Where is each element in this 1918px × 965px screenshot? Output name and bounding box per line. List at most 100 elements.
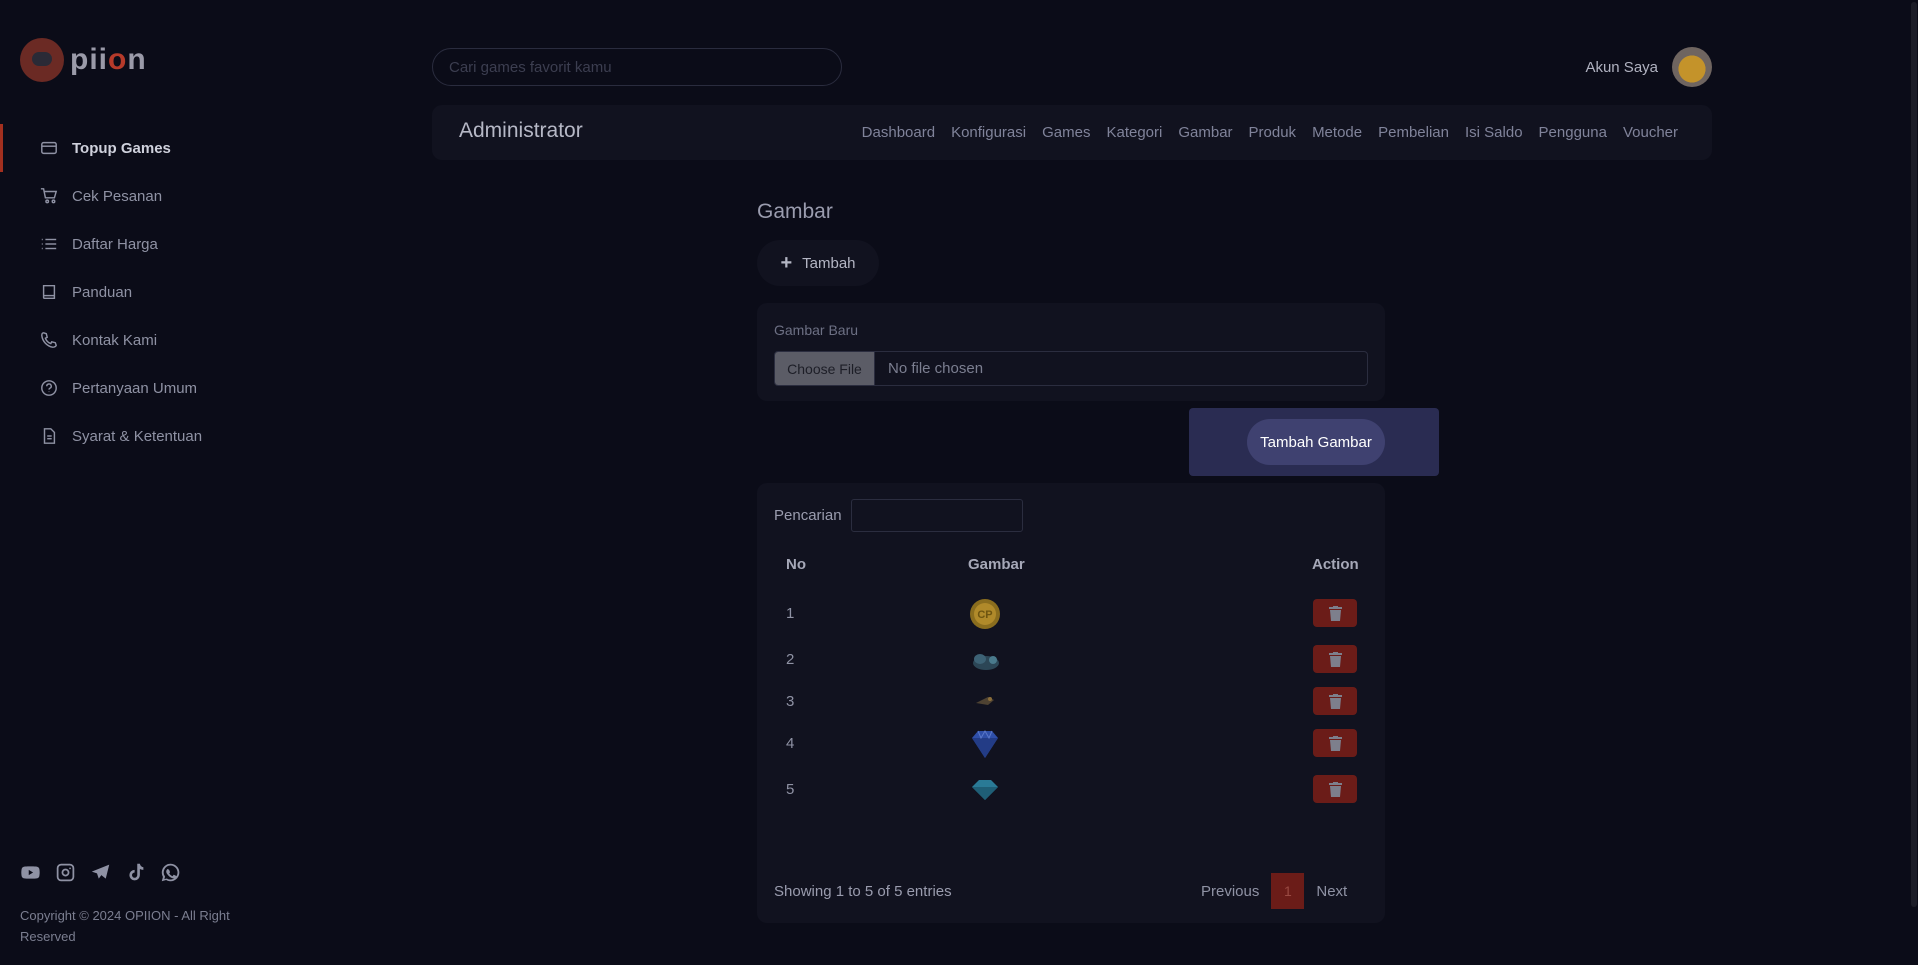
sidebar-item-label: Syarat & Ketentuan bbox=[72, 427, 203, 445]
page-title: Gambar bbox=[757, 200, 833, 223]
table-row: 4 bbox=[757, 721, 1385, 765]
account-menu[interactable]: Akun Saya bbox=[1585, 47, 1712, 87]
trash-icon bbox=[1328, 735, 1342, 751]
add-image-button[interactable]: Tambah Gambar bbox=[1247, 419, 1385, 465]
row-number: 2 bbox=[786, 651, 795, 668]
instagram-icon[interactable] bbox=[55, 862, 76, 883]
logo[interactable]: piion bbox=[20, 38, 147, 82]
next-page-button[interactable]: Next bbox=[1304, 883, 1359, 900]
sidebar-item-label: Cek Pesanan bbox=[72, 187, 163, 205]
trash-icon bbox=[1328, 693, 1342, 709]
sidebar-item-panduan[interactable]: Panduan bbox=[0, 268, 250, 316]
delete-button[interactable] bbox=[1313, 687, 1357, 715]
book-icon bbox=[40, 283, 58, 301]
whatsapp-icon[interactable] bbox=[160, 862, 181, 883]
admin-nav-pengguna[interactable]: Pengguna bbox=[1539, 124, 1607, 141]
delete-button[interactable] bbox=[1313, 729, 1357, 757]
images-table-card: Pencarian No Gambar Action 1 CP 2 3 4 5 … bbox=[757, 483, 1385, 923]
sidebar-item-label: Pertanyaan Umum bbox=[72, 379, 198, 397]
table-search-label: Pencarian bbox=[774, 507, 842, 524]
coin-image: CP bbox=[968, 597, 1002, 631]
sidebar-item-label: Topup Games bbox=[72, 139, 171, 157]
row-number: 1 bbox=[786, 605, 795, 622]
bird-image bbox=[968, 685, 1002, 719]
delete-button[interactable] bbox=[1313, 645, 1357, 673]
trash-icon bbox=[1328, 781, 1342, 797]
social-links bbox=[20, 862, 181, 883]
sidebar-item-pertanyaan-umum[interactable]: Pertanyaan Umum bbox=[0, 364, 250, 412]
sidebar-item-syarat-ketentuan[interactable]: Syarat & Ketentuan bbox=[0, 412, 250, 460]
page-1-button[interactable]: 1 bbox=[1271, 873, 1305, 909]
sidebar-nav: Topup Games Cek Pesanan Daftar Harga Pan… bbox=[0, 124, 250, 460]
copyright-text: Copyright © 2024 OPIION - All Right Rese… bbox=[20, 908, 230, 944]
table-row: 2 bbox=[757, 637, 1385, 681]
choose-file-button[interactable]: Choose File bbox=[775, 352, 875, 385]
phone-icon bbox=[40, 331, 58, 349]
question-icon bbox=[40, 379, 58, 397]
admin-nav-kategori[interactable]: Kategori bbox=[1106, 124, 1162, 141]
sidebar-item-kontak-kami[interactable]: Kontak Kami bbox=[0, 316, 250, 364]
admin-nav-voucher[interactable]: Voucher bbox=[1623, 124, 1678, 141]
add-button-label: Tambah bbox=[802, 254, 856, 272]
admin-nav-dashboard[interactable]: Dashboard bbox=[862, 124, 935, 141]
list-icon bbox=[40, 235, 58, 253]
search-input[interactable] bbox=[432, 48, 842, 86]
table-row: 1 CP bbox=[757, 591, 1385, 635]
file-input[interactable]: Choose File No file chosen bbox=[774, 351, 1368, 386]
card-icon bbox=[40, 139, 58, 157]
admin-nav-konfigurasi[interactable]: Konfigurasi bbox=[951, 124, 1026, 141]
admin-nav-metode[interactable]: Metode bbox=[1312, 124, 1362, 141]
sidebar-item-label: Kontak Kami bbox=[72, 331, 158, 349]
admin-nav-produk[interactable]: Produk bbox=[1249, 124, 1297, 141]
sidebar-item-label: Daftar Harga bbox=[72, 235, 158, 253]
trash-icon bbox=[1328, 651, 1342, 667]
previous-page-button[interactable]: Previous bbox=[1189, 883, 1271, 900]
row-number: 5 bbox=[786, 781, 795, 798]
admin-title: Administrator bbox=[459, 119, 583, 142]
row-number: 3 bbox=[786, 693, 795, 710]
trash-icon bbox=[1328, 605, 1342, 621]
plus-icon: + bbox=[780, 251, 793, 274]
logo-text: piion bbox=[70, 43, 147, 76]
admin-nav-pembelian[interactable]: Pembelian bbox=[1378, 124, 1449, 141]
table-info: Showing 1 to 5 of 5 entries bbox=[774, 883, 952, 900]
sidebar-item-cek-pesanan[interactable]: Cek Pesanan bbox=[0, 172, 250, 220]
sidebar-item-daftar-harga[interactable]: Daftar Harga bbox=[0, 220, 250, 268]
creature-image bbox=[968, 643, 1002, 677]
table-row: 3 bbox=[757, 679, 1385, 723]
sidebar: piion Topup Games Cek Pesanan Daftar Har… bbox=[0, 0, 250, 965]
sidebar-item-label: Panduan bbox=[72, 283, 133, 301]
add-image-popup: Tambah Gambar bbox=[1189, 408, 1439, 476]
admin-nav: Dashboard Konfigurasi Games Kategori Gam… bbox=[862, 124, 1678, 141]
add-button[interactable]: + Tambah bbox=[757, 240, 879, 286]
row-number: 4 bbox=[786, 735, 795, 752]
avatar[interactable] bbox=[1672, 47, 1712, 87]
upload-label: Gambar Baru bbox=[774, 322, 859, 338]
delete-button[interactable] bbox=[1313, 775, 1357, 803]
telegram-icon[interactable] bbox=[90, 862, 111, 883]
column-header-gambar[interactable]: Gambar bbox=[968, 556, 1025, 573]
svg-text:CP: CP bbox=[977, 609, 992, 621]
tiktok-icon[interactable] bbox=[125, 862, 146, 883]
admin-nav-games[interactable]: Games bbox=[1042, 124, 1090, 141]
pagination: Previous 1 Next bbox=[1189, 873, 1359, 909]
account-label: Akun Saya bbox=[1585, 58, 1658, 76]
admin-header: Administrator Dashboard Konfigurasi Game… bbox=[432, 105, 1712, 160]
table-row: 5 bbox=[757, 767, 1385, 811]
cart-icon bbox=[40, 187, 58, 205]
admin-nav-gambar[interactable]: Gambar bbox=[1178, 124, 1232, 141]
sidebar-item-topup-games[interactable]: Topup Games bbox=[0, 124, 250, 172]
delete-button[interactable] bbox=[1313, 599, 1357, 627]
cyan-diamond-image bbox=[968, 773, 1002, 807]
column-header-no[interactable]: No bbox=[786, 556, 806, 573]
column-header-action[interactable]: Action bbox=[1312, 556, 1359, 573]
upload-card: Gambar Baru Choose File No file chosen bbox=[757, 303, 1385, 401]
document-icon bbox=[40, 427, 58, 445]
youtube-icon[interactable] bbox=[20, 862, 41, 883]
logo-mark-icon bbox=[20, 38, 64, 82]
table-search-input[interactable] bbox=[851, 499, 1023, 532]
blue-diamond-image bbox=[968, 727, 1002, 761]
scrollbar[interactable] bbox=[1910, 0, 1918, 965]
file-name-text: No file chosen bbox=[888, 360, 984, 377]
admin-nav-isi-saldo[interactable]: Isi Saldo bbox=[1465, 124, 1523, 141]
